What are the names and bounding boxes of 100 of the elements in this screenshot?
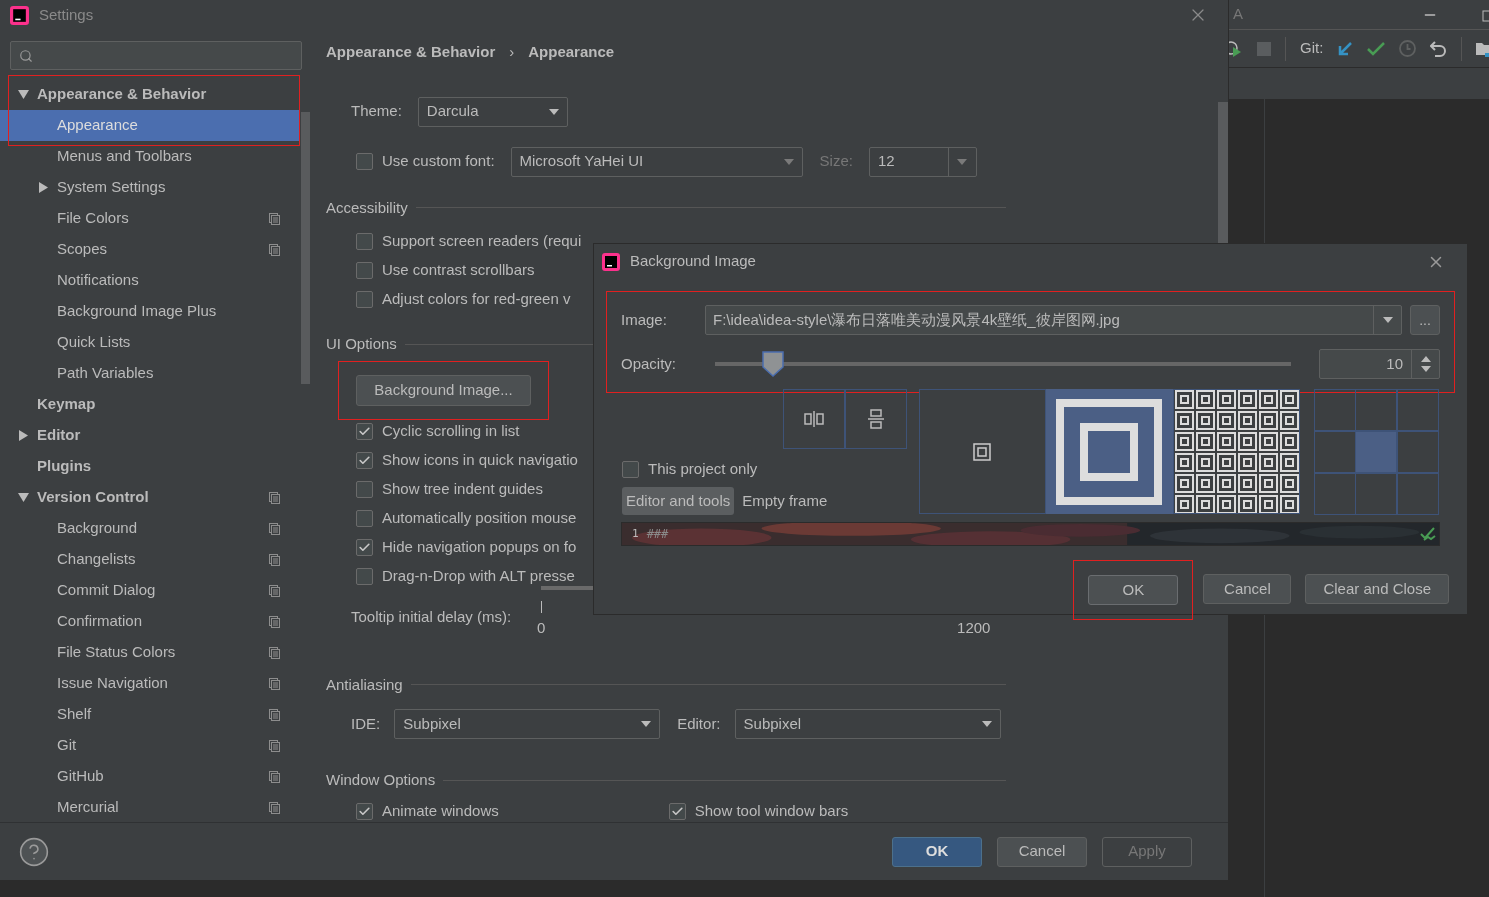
- target-toggle[interactable]: Editor and tools: [622, 487, 735, 515]
- breadcrumb-item[interactable]: Appearance: [528, 41, 615, 64]
- checkbox-label: Use custom font:: [382, 151, 495, 172]
- tree-item[interactable]: File Status Colors: [0, 637, 300, 668]
- tree-item[interactable]: File Colors: [0, 203, 300, 234]
- image-path-field[interactable]: F:\idea\idea-style\瀑布日落唯美动漫风景4k壁纸_彼岸图网.jpg: [705, 305, 1402, 335]
- dialog-button[interactable]: Cancel: [1203, 574, 1292, 604]
- tree-item[interactable]: GitHub: [0, 761, 300, 792]
- tree-item[interactable]: Menus and Toolbars: [0, 141, 300, 172]
- fill-mode-tile[interactable]: [1045, 389, 1173, 514]
- checkbox[interactable]: [356, 261, 373, 279]
- copy-icon: [269, 770, 280, 783]
- check-icon: [670, 805, 684, 818]
- opacity-spinner[interactable]: 10: [1319, 349, 1440, 379]
- tree-item[interactable]: Changelists: [0, 544, 300, 575]
- anchor-cell[interactable]: [1313, 473, 1356, 515]
- tree-item[interactable]: Confirmation: [0, 606, 300, 637]
- fill-mode-tile[interactable]: [918, 389, 1046, 514]
- browse-button[interactable]: ...: [1410, 305, 1440, 335]
- checkbox[interactable]: [622, 460, 639, 478]
- restore-icon[interactable]: [1482, 7, 1489, 22]
- flip-vertical-button[interactable]: [845, 389, 907, 449]
- tree-item[interactable]: Git: [0, 730, 300, 761]
- collapsed-arrow-icon[interactable]: [38, 182, 49, 193]
- copy-icon: [269, 491, 280, 504]
- undo-icon[interactable]: [1430, 40, 1448, 57]
- expanded-arrow-icon[interactable]: [18, 492, 29, 503]
- opacity-slider[interactable]: [715, 351, 1291, 377]
- tree-item[interactable]: Plugins: [0, 451, 300, 482]
- expanded-arrow-icon[interactable]: [18, 89, 29, 100]
- dialog-button[interactable]: OK: [1088, 575, 1179, 605]
- anchor-cell[interactable]: [1397, 389, 1440, 431]
- search-icon: [19, 48, 33, 63]
- breadcrumb-item[interactable]: Appearance & Behavior: [326, 41, 496, 64]
- checkbox[interactable]: [356, 539, 373, 556]
- dialog-button[interactable]: Cancel: [997, 836, 1087, 867]
- section-title: Window Options: [326, 770, 436, 790]
- target-toggle[interactable]: Empty frame: [738, 487, 832, 515]
- section-title: Antialiasing: [326, 674, 403, 695]
- checkbox[interactable]: [356, 510, 373, 527]
- stop-icon[interactable]: [1257, 41, 1271, 56]
- collapsed-arrow-icon[interactable]: [18, 430, 29, 441]
- checkbox[interactable]: [668, 803, 686, 820]
- slider-thumb[interactable]: [761, 351, 784, 377]
- anchor-cell[interactable]: [1397, 473, 1440, 515]
- anchor-cell[interactable]: [1313, 389, 1356, 431]
- copy-icon: [269, 553, 280, 566]
- tree-item[interactable]: Appearance & Behavior: [0, 79, 300, 110]
- check-icon: [358, 805, 371, 818]
- checkbox[interactable]: [356, 423, 373, 440]
- tree-item[interactable]: Editor: [0, 420, 300, 451]
- anchor-cell[interactable]: [1397, 431, 1440, 473]
- check-icon[interactable]: [1367, 41, 1386, 56]
- checkbox[interactable]: [356, 452, 373, 469]
- caret-icon: [981, 721, 992, 727]
- scrollbar[interactable]: [301, 112, 310, 384]
- dialog-button[interactable]: Clear and Close: [1305, 574, 1449, 604]
- tree-item[interactable]: Version Control: [0, 482, 300, 513]
- help-icon[interactable]: [18, 835, 50, 868]
- dropdown[interactable]: Subpixel: [394, 709, 661, 739]
- search-field[interactable]: [10, 41, 302, 70]
- checkbox[interactable]: [356, 232, 373, 250]
- clock-icon[interactable]: [1399, 40, 1417, 57]
- tree-item[interactable]: Background Image Plus: [0, 296, 300, 327]
- fill-mode-tile[interactable]: [1172, 389, 1300, 514]
- flip-horizontal-button[interactable]: [783, 389, 846, 449]
- tree-item[interactable]: Keymap: [0, 389, 300, 420]
- dropdown[interactable]: Darcula: [417, 96, 568, 127]
- tree-item[interactable]: Appearance: [0, 110, 300, 141]
- tree-item[interactable]: Mercurial: [0, 792, 300, 822]
- tree-item[interactable]: Path Variables: [0, 358, 300, 389]
- tree-item[interactable]: Scopes: [0, 234, 300, 265]
- anchor-cell[interactable]: [1355, 389, 1398, 431]
- folder-icon[interactable]: [1476, 40, 1489, 57]
- update-arrow-icon[interactable]: [1337, 40, 1354, 57]
- editor-label: Editor:: [677, 713, 721, 734]
- checkbox[interactable]: [356, 568, 373, 585]
- dialog-button[interactable]: OK: [892, 836, 982, 867]
- checkbox[interactable]: [356, 290, 373, 308]
- size-dropdown[interactable]: 12: [868, 146, 977, 177]
- font-dropdown[interactable]: Microsoft YaHei UI: [510, 146, 803, 177]
- history-run-icon[interactable]: [1229, 38, 1243, 59]
- spinner-arrows-icon[interactable]: [1420, 356, 1431, 372]
- tree-item[interactable]: Shelf: [0, 699, 300, 730]
- tree-item[interactable]: Background: [0, 513, 300, 544]
- tree-item[interactable]: Quick Lists: [0, 327, 300, 358]
- tree-item[interactable]: Notifications: [0, 265, 300, 296]
- checkbox[interactable]: [356, 481, 373, 498]
- section-title: Accessibility: [326, 197, 408, 218]
- checkbox[interactable]: [356, 803, 373, 820]
- check-icon: [1420, 527, 1436, 541]
- tree-item[interactable]: Issue Navigation: [0, 668, 300, 699]
- tree-item[interactable]: Commit Dialog: [0, 575, 300, 606]
- dropdown[interactable]: Subpixel: [734, 709, 1001, 739]
- anchor-cell[interactable]: [1355, 431, 1398, 473]
- tree-item[interactable]: System Settings: [0, 172, 300, 203]
- background-image-button[interactable]: Background Image...: [356, 374, 531, 406]
- anchor-cell[interactable]: [1355, 473, 1398, 515]
- image-label: Image:: [621, 309, 668, 330]
- checkbox[interactable]: [356, 153, 373, 170]
